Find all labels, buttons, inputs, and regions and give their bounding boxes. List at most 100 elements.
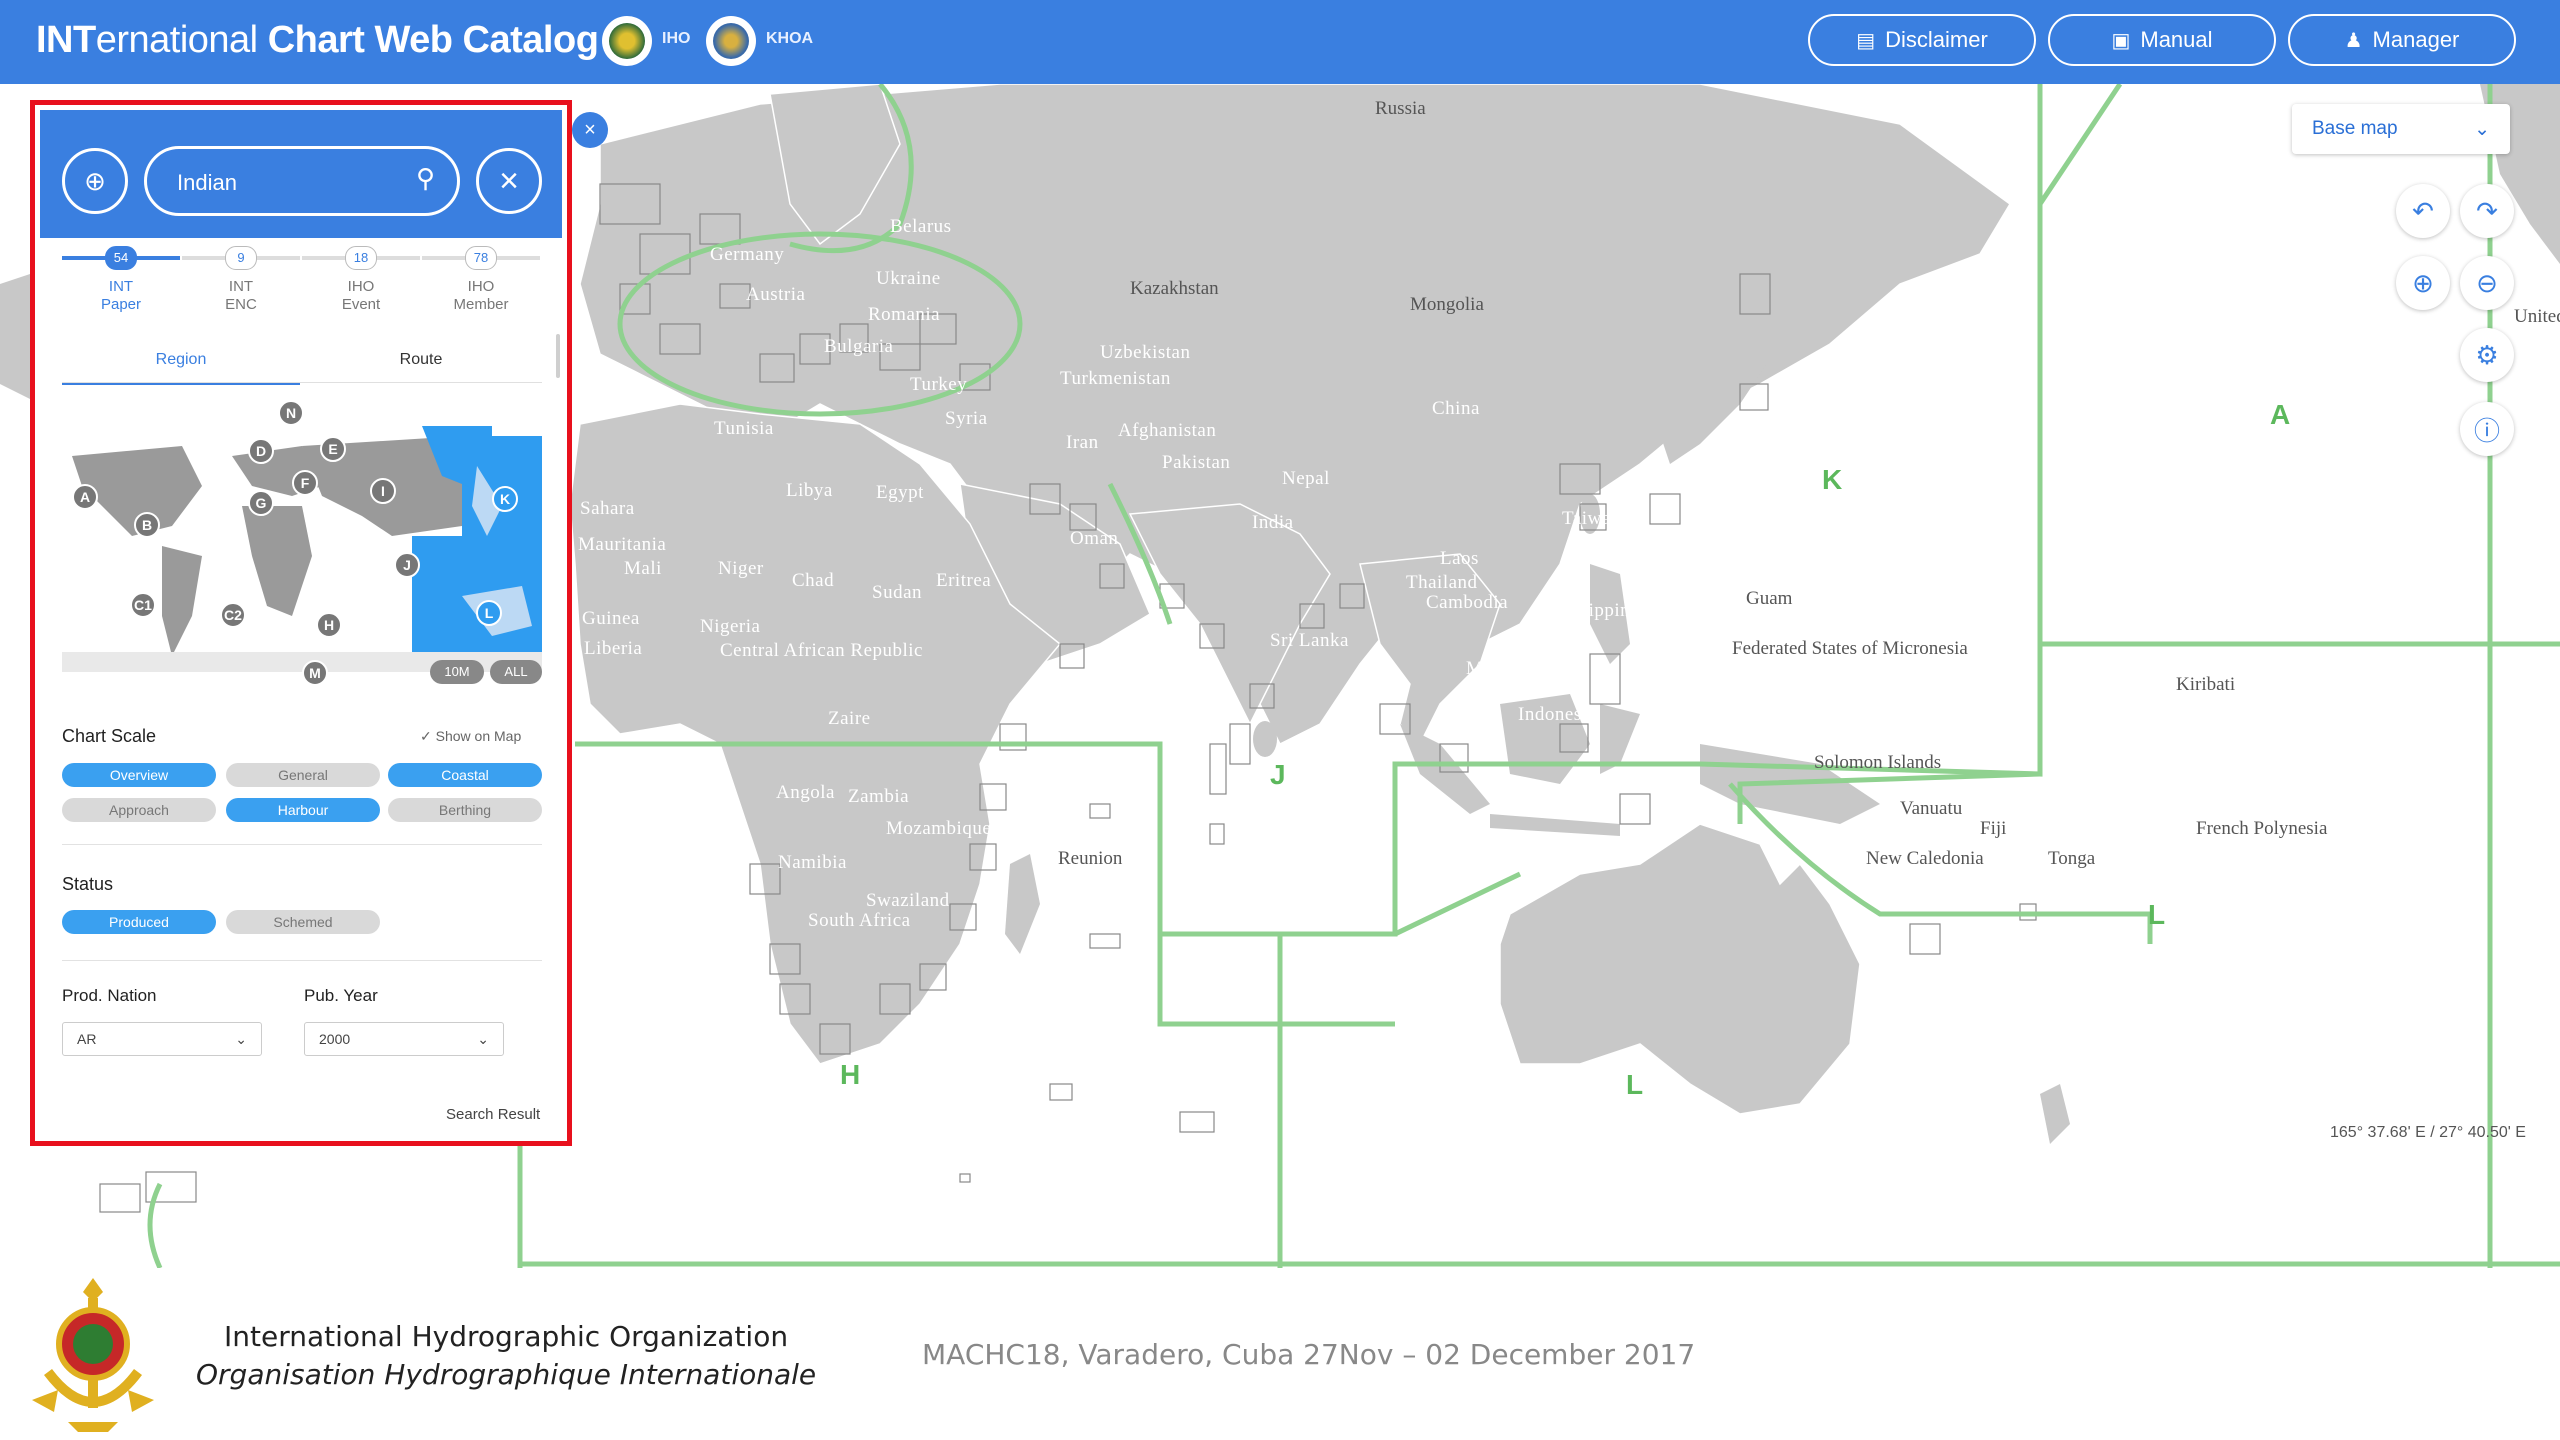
iho-logo-icon[interactable] <box>602 16 652 66</box>
khoa-label[interactable]: KHOA <box>766 30 813 48</box>
place-label: Cambodia <box>1426 592 1508 613</box>
plus-icon: ⊕ <box>2412 267 2434 298</box>
place-label: China <box>1432 398 1480 419</box>
zoom-in-button[interactable]: ⊕ <box>2396 256 2450 310</box>
close-icon: × <box>584 118 596 141</box>
clear-search-button[interactable]: × <box>476 148 542 214</box>
search-input[interactable] <box>175 167 399 199</box>
undo-button[interactable]: ↶ <box>2396 184 2450 238</box>
region-pin-f[interactable]: F <box>292 470 318 496</box>
scale-chip-harbour[interactable]: Harbour <box>226 798 380 822</box>
pub-year-label: Pub. Year <box>304 986 378 1005</box>
place-label: Laos <box>1440 548 1479 569</box>
panel-close-button[interactable]: × <box>572 112 608 148</box>
document-icon: ▤ <box>1856 29 1876 52</box>
place-label: South Africa <box>808 910 911 931</box>
region-pin-b[interactable]: B <box>134 512 160 538</box>
divider <box>62 382 542 383</box>
region-pin-g[interactable]: G <box>248 490 274 516</box>
tab-region[interactable]: Region <box>62 340 300 385</box>
australia-landmass <box>1499 823 1861 1115</box>
tab-iho-member[interactable]: 78 IHO Member <box>422 246 540 318</box>
info-button[interactable]: ⓘ <box>2460 402 2514 456</box>
place-label: Sahara <box>580 498 635 519</box>
pub-year-select[interactable]: 2000 ⌄ <box>304 1022 504 1056</box>
region-pin-l[interactable]: L <box>476 600 502 626</box>
zoom-to-button[interactable]: ⊕ <box>62 148 128 214</box>
region-map[interactable] <box>62 416 542 672</box>
place-label: Iran <box>1066 432 1099 453</box>
place-label: Solomon Islands <box>1814 752 1941 773</box>
zone-label-h: H <box>840 1059 860 1090</box>
zoom-all-button[interactable]: ALL <box>490 660 542 684</box>
status-chip-produced[interactable]: Produced <box>62 910 216 934</box>
chevron-down-icon: ⌄ <box>235 1030 247 1047</box>
place-label: Bulgaria <box>824 336 893 357</box>
tab-int-enc[interactable]: 9 INT ENC <box>182 246 300 318</box>
region-pin-h[interactable]: H <box>316 612 342 638</box>
iho-label[interactable]: IHO <box>662 30 690 48</box>
region-pin-c1[interactable]: C1 <box>130 592 156 618</box>
place-label: Mozambique <box>886 818 991 839</box>
status-title: Status <box>62 874 114 894</box>
africa-shape <box>242 506 312 616</box>
place-label: Ukraine <box>876 268 941 289</box>
place-label: Indonesia <box>1518 704 1596 725</box>
region-pin-m[interactable]: M <box>302 660 328 686</box>
zoom-out-button[interactable]: ⊖ <box>2460 256 2514 310</box>
search-icon[interactable]: ⚲ <box>416 163 435 194</box>
count-badge: 78 <box>465 246 497 270</box>
place-label: Zaire <box>828 708 871 729</box>
manager-button[interactable]: ♟ Manager <box>2288 14 2516 66</box>
scale-chip-overview[interactable]: Overview <box>62 763 216 787</box>
place-label: Egypt <box>876 482 924 503</box>
scale-chip-coastal[interactable]: Coastal <box>388 763 542 787</box>
place-label: Guinea <box>582 608 640 629</box>
divider <box>62 960 542 961</box>
prod-nation-select[interactable]: AR ⌄ <box>62 1022 262 1056</box>
redo-button[interactable]: ↷ <box>2460 184 2514 238</box>
search-box[interactable]: ⚲ <box>144 146 460 216</box>
region-pin-n[interactable]: N <box>278 400 304 426</box>
count-badge: 9 <box>225 246 257 270</box>
south-america-shape <box>162 546 202 656</box>
place-label: Reunion <box>1058 848 1123 869</box>
region-pin-d[interactable]: D <box>248 438 274 464</box>
basemap-select[interactable]: Base map ⌄ <box>2292 104 2510 154</box>
tab-int-paper[interactable]: 54 INT Paper <box>62 246 180 318</box>
zoom-10m-button[interactable]: 10M <box>430 660 484 684</box>
place-label: Nigeria <box>700 616 761 637</box>
place-label: Thailand <box>1406 572 1478 593</box>
place-label: Mauritania <box>578 534 666 555</box>
region-pin-k[interactable]: K <box>492 486 518 512</box>
place-label: Taiwan <box>1562 508 1621 529</box>
scale-chip-approach[interactable]: Approach <box>62 798 216 822</box>
place-label: Liberia <box>584 638 642 659</box>
region-pin-i[interactable]: I <box>370 478 396 504</box>
manual-button[interactable]: ▣ Manual <box>2048 14 2276 66</box>
place-label: India <box>1252 512 1294 533</box>
region-pin-e[interactable]: E <box>320 436 346 462</box>
status-chip-schemed[interactable]: Schemed <box>226 910 380 934</box>
disclaimer-button[interactable]: ▤ Disclaimer <box>1808 14 2036 66</box>
info-icon: ⓘ <box>2473 415 2500 446</box>
place-label: Mongolia <box>1410 294 1484 315</box>
place-label: Afghanistan <box>1118 420 1216 441</box>
settings-button[interactable]: ⚙ <box>2460 328 2514 382</box>
tab-route[interactable]: Route <box>302 340 540 382</box>
app-title: INTernational Chart Web Catalog <box>36 19 599 61</box>
panel-scrollbar[interactable] <box>556 334 560 378</box>
khoa-logo-icon[interactable] <box>706 16 756 66</box>
search-result-link[interactable]: Search Result <box>446 1106 540 1123</box>
show-on-map-toggle[interactable]: ✓ Show on Map <box>420 728 521 745</box>
place-label: Romania <box>868 304 940 325</box>
region-pin-j[interactable]: J <box>394 552 420 578</box>
scale-chip-general[interactable]: General <box>226 763 380 787</box>
place-label: United <box>2514 306 2560 327</box>
region-pin-a[interactable]: A <box>72 484 98 510</box>
region-pin-c2[interactable]: C2 <box>220 602 246 628</box>
app-header: INTernational Chart Web Catalog IHO KHOA… <box>0 0 2560 84</box>
tab-iho-event[interactable]: 18 IHO Event <box>302 246 420 318</box>
zone-label-l-south: L <box>1626 1069 1643 1100</box>
scale-chip-berthing[interactable]: Berthing <box>388 798 542 822</box>
